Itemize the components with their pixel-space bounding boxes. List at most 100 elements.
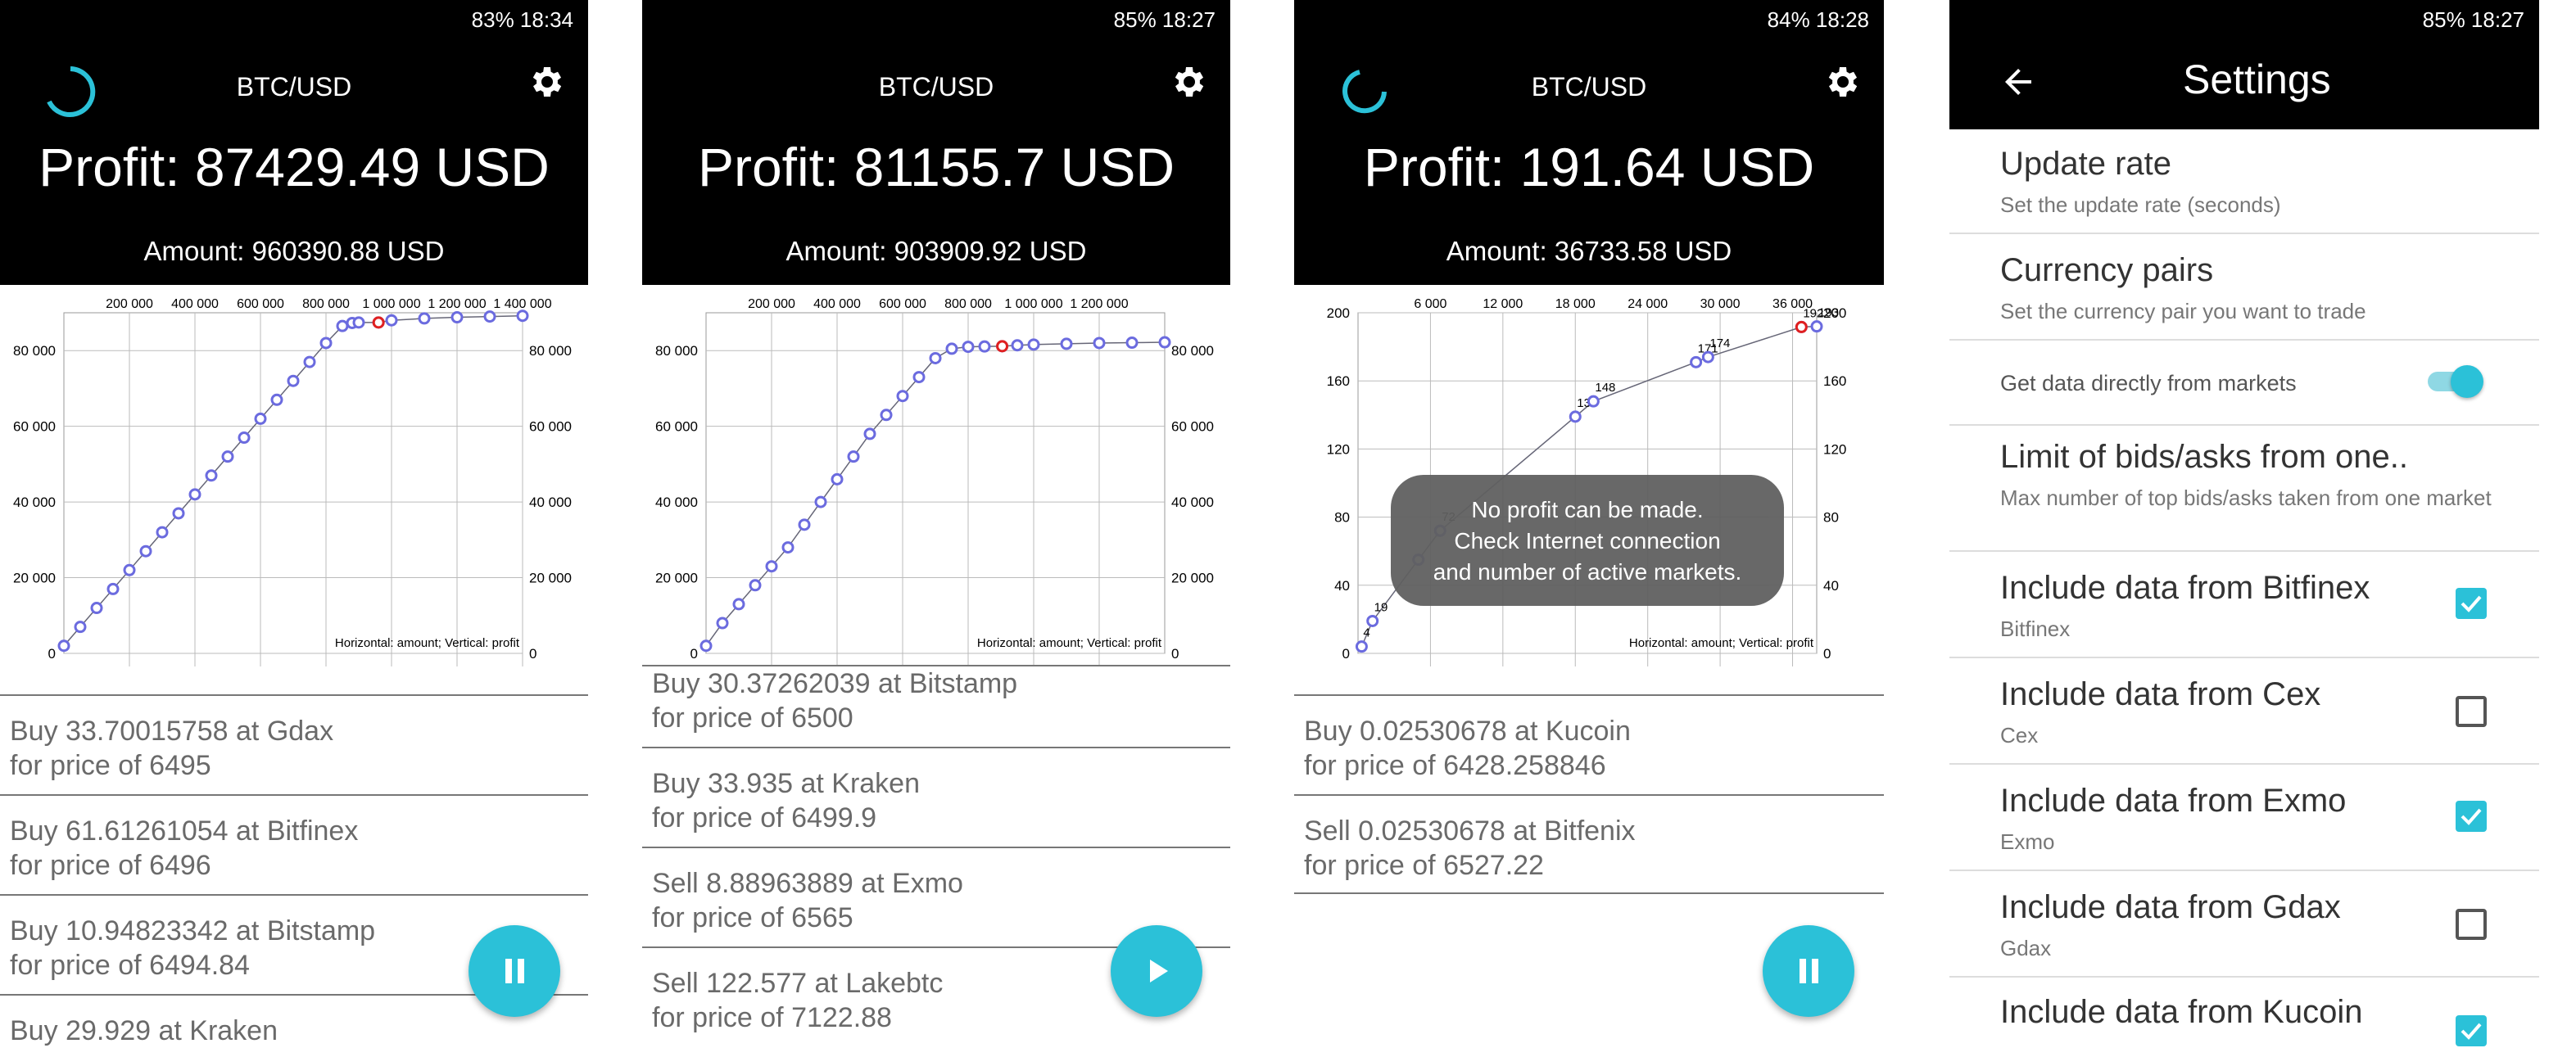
y-tick-label-right: 120 bbox=[1823, 441, 1846, 457]
checkbox-checked[interactable] bbox=[2456, 1015, 2487, 1046]
x-tick-label: 200 000 bbox=[748, 297, 795, 311]
setting-title: Include data from Cex bbox=[2000, 676, 2321, 712]
checkbox-checked[interactable] bbox=[2456, 801, 2487, 832]
x-tick-label: 1 000 000 bbox=[1004, 297, 1062, 311]
y-tick-label-right: 40 000 bbox=[1171, 495, 1214, 510]
trade-line2: for price of 6500 bbox=[652, 702, 853, 734]
check-icon bbox=[2461, 1023, 2482, 1040]
data-point bbox=[319, 337, 333, 350]
gear-icon[interactable] bbox=[526, 62, 565, 102]
currency-pair: BTC/USD bbox=[878, 72, 994, 102]
status-bar: 85% 18:27 bbox=[642, 0, 1230, 39]
list-item[interactable]: Buy 61.61261054 at Bitfinex for price of … bbox=[0, 794, 588, 894]
data-point bbox=[172, 507, 185, 520]
data-point bbox=[1569, 410, 1582, 423]
data-point bbox=[912, 371, 926, 384]
toast-message: No profit can be made. Check Internet co… bbox=[1391, 475, 1784, 606]
checkbox-unchecked[interactable] bbox=[2456, 909, 2487, 940]
toggle-thumb[interactable] bbox=[2451, 365, 2483, 398]
y-tick-label-left: 40 bbox=[1334, 578, 1350, 594]
y-tick-label-left: 60 000 bbox=[13, 419, 56, 435]
setting-cex[interactable]: Include data from Cex Cex bbox=[1949, 658, 2539, 765]
y-tick-label-left: 120 bbox=[1327, 441, 1350, 457]
current-point bbox=[1795, 320, 1808, 333]
screen-1: 83% 18:34 BTC/USD Profit: 87429.49 USD A… bbox=[0, 0, 588, 1048]
setting-bitfinex[interactable]: Include data from Bitfinex Bitfinex bbox=[1949, 552, 2539, 658]
data-point bbox=[1125, 337, 1139, 350]
setting-summary: Bitfinex bbox=[2000, 617, 2071, 641]
pause-button[interactable] bbox=[1763, 925, 1854, 1017]
setting-summary: Cex bbox=[2000, 723, 2039, 748]
data-point bbox=[699, 639, 713, 653]
settings-screen: 85% 18:27 Settings Update rate Set the u… bbox=[1949, 0, 2539, 1048]
data-point bbox=[1810, 320, 1823, 333]
currency-pair: BTC/USD bbox=[1531, 72, 1647, 102]
chart-note: Horizontal: amount; Vertical: profit bbox=[977, 636, 1162, 650]
gear-icon[interactable] bbox=[1168, 62, 1207, 102]
setting-summary: Set the currency pair you want to trade bbox=[2000, 299, 2366, 323]
data-label: 148 bbox=[1595, 381, 1615, 395]
list-item[interactable]: Buy 30.37262039 at Bitstamp for price of … bbox=[642, 665, 1230, 747]
data-point bbox=[880, 409, 893, 422]
list-item[interactable]: Sell 0.02530678 at Bitfenix for price of … bbox=[1294, 794, 1884, 894]
data-point bbox=[352, 316, 365, 329]
trade-line1: Buy 33.935 at Kraken bbox=[652, 768, 921, 799]
data-point bbox=[238, 431, 251, 445]
setting-currency-pairs[interactable]: Currency pairs Set the currency pair you… bbox=[1949, 234, 2539, 341]
setting-kucoin[interactable]: Include data from Kucoin bbox=[1949, 978, 2539, 1048]
data-point bbox=[385, 314, 398, 327]
setting-direct-data[interactable]: Get data directly from markets bbox=[1949, 341, 2539, 426]
y-tick-label-left: 80 bbox=[1334, 510, 1350, 526]
trade-line1: Buy 29.929 at Kraken bbox=[10, 1015, 278, 1046]
toast-line: No profit can be made. bbox=[1471, 497, 1704, 522]
data-point bbox=[781, 541, 795, 554]
y-tick-label-right: 80 000 bbox=[1171, 343, 1214, 359]
trade-line1: Sell 8.88963889 at Exmo bbox=[652, 868, 963, 899]
trade-line2: for price of 6527.22 bbox=[1304, 850, 1544, 881]
pause-button[interactable] bbox=[469, 925, 560, 1017]
data-point bbox=[749, 579, 762, 592]
data-point bbox=[254, 412, 267, 425]
checkbox-checked[interactable] bbox=[2456, 588, 2487, 619]
data-point bbox=[1027, 338, 1040, 351]
data-point bbox=[765, 560, 778, 573]
y-tick-label-left: 40 000 bbox=[655, 495, 698, 510]
plot-area bbox=[63, 312, 523, 654]
amount-value: Amount: 903909.92 USD bbox=[785, 236, 1087, 266]
gear-icon[interactable] bbox=[1822, 62, 1861, 102]
setting-title: Include data from Exmo bbox=[2000, 783, 2347, 819]
data-point bbox=[336, 319, 349, 332]
profit-chart: 200 000 400 000 600 000 800 000 1 000 000 1 2… bbox=[655, 297, 1214, 666]
setting-limit-bids[interactable]: Limit of bids/asks from one.. Max number… bbox=[1949, 426, 2539, 552]
data-point bbox=[205, 469, 218, 482]
back-arrow-icon[interactable] bbox=[1999, 62, 2038, 102]
data-label: 4 bbox=[1363, 626, 1369, 640]
currency-pair: BTC/USD bbox=[236, 72, 352, 102]
status-text: 85% 18:27 bbox=[1113, 7, 1216, 32]
status-bar: 85% 18:27 bbox=[1949, 0, 2539, 39]
list-item[interactable]: Buy 0.02530678 at Kucoin for price of 642… bbox=[1294, 694, 1884, 794]
setting-gdax[interactable]: Include data from Gdax Gdax bbox=[1949, 871, 2539, 978]
data-point bbox=[831, 472, 844, 486]
y-tick-label-right: 0 bbox=[529, 646, 536, 662]
y-tick-label-right: 160 bbox=[1823, 373, 1846, 389]
data-point bbox=[1355, 640, 1368, 653]
setting-update-rate[interactable]: Update rate Set the update rate (seconds… bbox=[1949, 131, 2539, 234]
setting-title: Currency pairs bbox=[2000, 252, 2214, 288]
data-point bbox=[106, 582, 120, 595]
chart-note: Horizontal: amount; Vertical: profit bbox=[1629, 636, 1814, 650]
checkbox-unchecked[interactable] bbox=[2456, 696, 2487, 727]
setting-title: Limit of bids/asks from one.. bbox=[2000, 439, 2408, 475]
data-point bbox=[516, 309, 529, 323]
list-item[interactable]: Buy 33.70015758 at Gdax for price of 6495 bbox=[0, 694, 588, 794]
setting-summary: Set the update rate (seconds) bbox=[2000, 192, 2281, 217]
amount-value: Amount: 960390.88 USD bbox=[143, 236, 445, 266]
setting-exmo[interactable]: Include data from Exmo Exmo bbox=[1949, 765, 2539, 871]
data-point bbox=[156, 526, 169, 539]
list-item[interactable]: Buy 33.935 at Kraken for price of 6499.9 bbox=[642, 747, 1230, 847]
y-tick-label-left: 200 bbox=[1327, 305, 1350, 321]
x-tick-label: 1 200 000 bbox=[428, 297, 486, 311]
play-button[interactable] bbox=[1111, 925, 1202, 1017]
data-point bbox=[90, 602, 103, 615]
trade-line1: Buy 33.70015758 at Gdax bbox=[10, 716, 334, 747]
